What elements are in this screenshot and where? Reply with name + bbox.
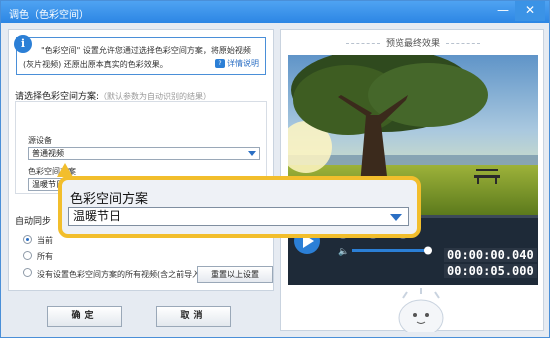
details-link-label: 详情说明 (227, 59, 259, 68)
info-text-line2: (灰片视频) 还原出原本真实的色彩效果。 (23, 60, 168, 69)
total-timecode: 00:00:05.000 (444, 264, 537, 278)
close-button[interactable]: ✕ (515, 1, 545, 21)
scheme-hint: （默认参数为自动识别的结果） (99, 92, 212, 101)
volume-knob[interactable] (424, 246, 432, 255)
reset-button[interactable]: 重置以上设置 (197, 266, 273, 283)
source-device-value: 普通视频 (32, 149, 64, 158)
info-icon: i (14, 35, 32, 53)
ok-button[interactable]: 确定 (47, 306, 122, 327)
title-bar: 调色（色彩空间） — ✕ (1, 1, 549, 23)
info-box: i "色彩空间" 设置允许您通过选择色彩空间方案，将原始视频 (灰片视频) 还原… (14, 35, 266, 75)
sync-radio-all[interactable] (23, 251, 32, 260)
volume-icon: 🔈 (338, 247, 349, 257)
source-device-select[interactable]: 普通视频 (28, 147, 260, 160)
sync-radio-unset[interactable] (23, 268, 32, 277)
chevron-down-icon (390, 214, 402, 221)
color-space-callout: 色彩空间方案 温暖节日 (58, 176, 421, 238)
preview-title: 预览最终效果 (281, 36, 545, 49)
callout-color-space-select[interactable]: 温暖节日 (68, 207, 409, 226)
details-link[interactable]: ? 详情说明 (215, 58, 259, 69)
minimize-button[interactable]: — (491, 1, 515, 21)
callout-select-value: 温暖节日 (73, 209, 122, 223)
source-device-label: 源设备 (28, 136, 52, 145)
window-title: 调色（色彩空间） (9, 10, 89, 21)
callout-title: 色彩空间方案 (70, 192, 149, 207)
sync-option-current: 当前 (37, 236, 53, 245)
auto-sync-label: 自动同步 (15, 217, 52, 227)
help-icon: ? (215, 59, 225, 68)
sync-option-all: 所有 (37, 252, 53, 261)
callout-pointer (57, 163, 73, 177)
preview-title-text: 预览最终效果 (385, 39, 440, 49)
video-preview: 🔈 00:00:00.040 00:00:05.000 (288, 55, 538, 285)
chevron-down-icon (248, 151, 256, 156)
sync-radio-current[interactable] (23, 235, 32, 244)
current-timecode: 00:00:00.040 (444, 248, 537, 262)
mascot-icon (398, 288, 444, 332)
info-text-line1: "色彩空间" 设置允许您通过选择色彩空间方案，将原始视频 (41, 46, 251, 55)
settings-panel: i "色彩空间" 设置允许您通过选择色彩空间方案，将原始视频 (灰片视频) 还原… (8, 29, 274, 291)
color-dialog-window: 调色（色彩空间） — ✕ i "色彩空间" 设置允许您通过选择色彩空间方案，将原… (0, 0, 550, 338)
cancel-button[interactable]: 取消 (156, 306, 231, 327)
